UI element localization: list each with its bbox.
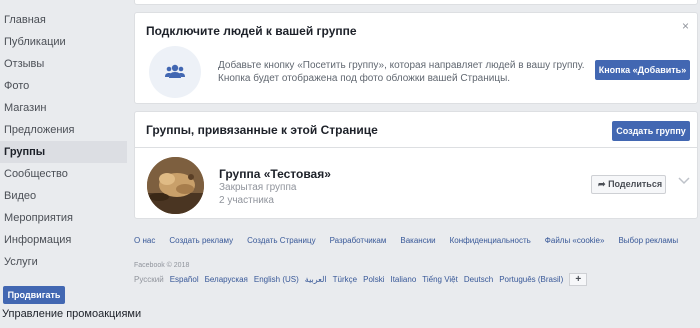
footer-links: О нас Создать рекламу Создать Страницу Разр… — [134, 236, 692, 245]
connect-title: Подключите людей к вашей группе — [146, 24, 357, 38]
top-card-remnant — [134, 0, 698, 5]
sidebar-item[interactable]: Видео — [0, 185, 127, 207]
footer-link[interactable]: Вакансии — [400, 236, 435, 245]
language-list: Русский Español Беларуская English (US) العر… — [134, 273, 593, 286]
sidebar-item[interactable]: Магазин — [0, 97, 127, 119]
manage-promotions-link[interactable]: Управление промоакциями — [2, 308, 141, 320]
footer-link[interactable]: Выбор рекламы — [618, 236, 678, 245]
share-label: Поделиться — [608, 179, 663, 189]
sidebar-nav: Главная Публикации Отзывы Фото Магазин Предло… — [0, 9, 127, 273]
sidebar-item[interactable]: Фото — [0, 75, 127, 97]
language-link[interactable]: Türkçe — [333, 275, 357, 284]
connect-description: Добавьте кнопку «Посетить группу», котор… — [218, 60, 585, 84]
sidebar-item[interactable]: Предложения — [0, 119, 127, 141]
footer-link[interactable]: Создать рекламу — [169, 236, 233, 245]
language-link[interactable]: Deutsch — [464, 275, 493, 284]
sidebar-item[interactable]: Услуги — [0, 251, 127, 273]
footer-link[interactable]: Создать Страницу — [247, 236, 315, 245]
sidebar-item[interactable]: Публикации — [0, 31, 127, 53]
language-link[interactable]: Polski — [363, 275, 384, 284]
footer-link[interactable]: Файлы «cookie» — [545, 236, 605, 245]
more-languages-button[interactable]: + — [569, 273, 588, 286]
language-link[interactable]: Português (Brasil) — [499, 275, 563, 284]
sidebar-item[interactable]: Информация — [0, 229, 127, 251]
sidebar-item[interactable]: Отзывы — [0, 53, 127, 75]
footer-link[interactable]: Конфиденциальность — [450, 236, 531, 245]
language-link[interactable]: English (US) — [254, 275, 299, 284]
share-button[interactable]: ➦ Поделиться — [591, 175, 666, 194]
language-link[interactable]: Español — [170, 275, 199, 284]
people-icon — [149, 46, 201, 98]
sidebar-item[interactable]: Главная — [0, 9, 127, 31]
group-privacy: Закрытая группа — [219, 182, 297, 193]
group-name[interactable]: Группа «Тестовая» — [219, 167, 331, 181]
copyright: Facebook © 2018 — [134, 262, 190, 269]
language-link[interactable]: Беларуская — [205, 275, 248, 284]
add-button[interactable]: Кнопка «Добавить» — [595, 60, 690, 80]
close-icon[interactable]: × — [682, 19, 689, 33]
left-sidebar: Главная Публикации Отзывы Фото Магазин Предло… — [0, 0, 141, 328]
footer-link[interactable]: О нас — [134, 236, 155, 245]
sidebar-item[interactable]: Группы — [0, 141, 127, 163]
language-link[interactable]: Italiano — [390, 275, 416, 284]
share-icon: ➦ — [598, 179, 606, 189]
sidebar-item[interactable]: Сообщество — [0, 163, 127, 185]
chevron-down-icon[interactable] — [678, 177, 690, 185]
language-link[interactable]: العربية — [305, 275, 327, 284]
groups-header: Группы, привязанные к этой Странице Созд… — [135, 112, 697, 148]
sidebar-item[interactable]: Мероприятия — [0, 207, 127, 229]
create-group-button[interactable]: Создать группу — [612, 121, 690, 141]
language-link[interactable]: Tiếng Việt — [422, 275, 458, 284]
group-avatar[interactable] — [147, 157, 204, 214]
linked-groups-card: Группы, привязанные к этой Странице Созд… — [134, 111, 698, 219]
connect-people-card: Подключите людей к вашей группе × Добавь… — [134, 12, 698, 104]
group-member-count: 2 участника — [219, 195, 274, 206]
language-link: Русский — [134, 274, 164, 284]
promote-button[interactable]: Продвигать — [3, 286, 65, 304]
footer-link[interactable]: Разработчикам — [330, 236, 387, 245]
groups-title: Группы, привязанные к этой Странице — [146, 123, 378, 137]
